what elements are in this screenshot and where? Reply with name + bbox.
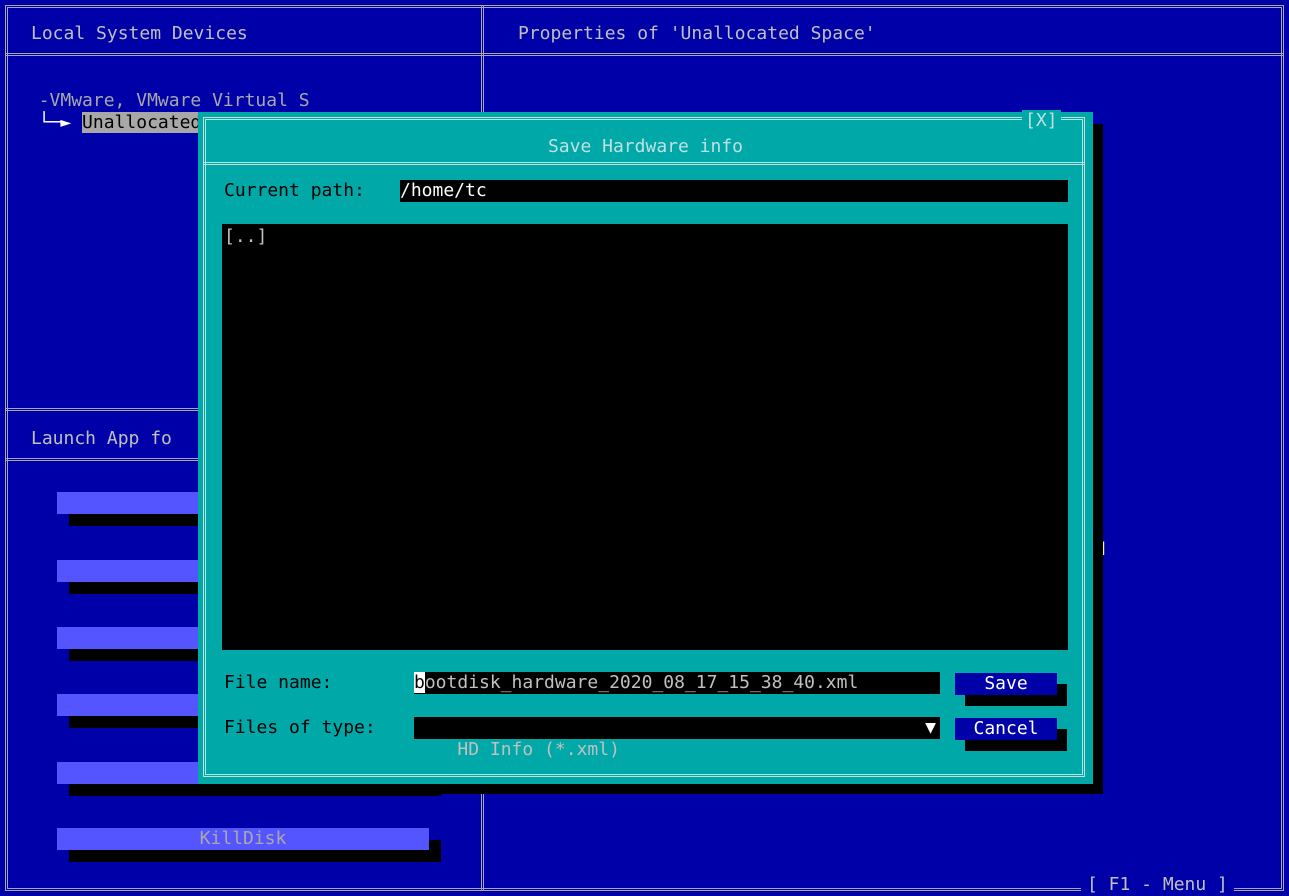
dialog-title: Save Hardware info: [547, 136, 744, 157]
list-item[interactable]: [..]: [224, 226, 267, 248]
cancel-button[interactable]: Cancel: [955, 718, 1057, 740]
current-path-label: Current path:: [224, 180, 365, 201]
file-type-value: HD Info (*.xml): [457, 739, 620, 760]
file-name-value: ootdisk_hardware_2020_08_17_15_38_40.xml: [424, 672, 859, 693]
launch-panel-title: Launch App fo: [31, 428, 172, 449]
current-path-field[interactable]: /home/tc: [400, 180, 1068, 202]
properties-panel-title: Properties of 'Unallocated Space': [518, 23, 876, 44]
file-type-select[interactable]: HD Info (*.xml) ▼: [414, 717, 940, 760]
save-button[interactable]: Save: [955, 673, 1057, 695]
header-separator: [5, 53, 1284, 56]
file-name-input[interactable]: bootdisk_hardware_2020_08_17_15_38_40.xm…: [414, 672, 940, 694]
devices-panel-title: Local System Devices: [31, 23, 248, 44]
save-hardware-dialog: [X] Save Hardware info Current path: /ho…: [198, 110, 1093, 784]
file-name-label: File name:: [224, 672, 333, 693]
close-button[interactable]: [X]: [1022, 110, 1061, 132]
file-list[interactable]: [..]: [222, 224, 1068, 650]
text-cursor: b: [414, 672, 425, 693]
menu-hint[interactable]: [ F1 - Menu ]: [1081, 874, 1234, 896]
tree-arrow-icon: └─►: [38, 112, 83, 133]
launch-button-killdisk[interactable]: KillDisk: [57, 828, 429, 850]
triangle-down-icon[interactable]: ▼: [925, 717, 936, 739]
dialog-title-separator: [203, 162, 1085, 165]
file-type-label: Files of type:: [224, 717, 376, 738]
